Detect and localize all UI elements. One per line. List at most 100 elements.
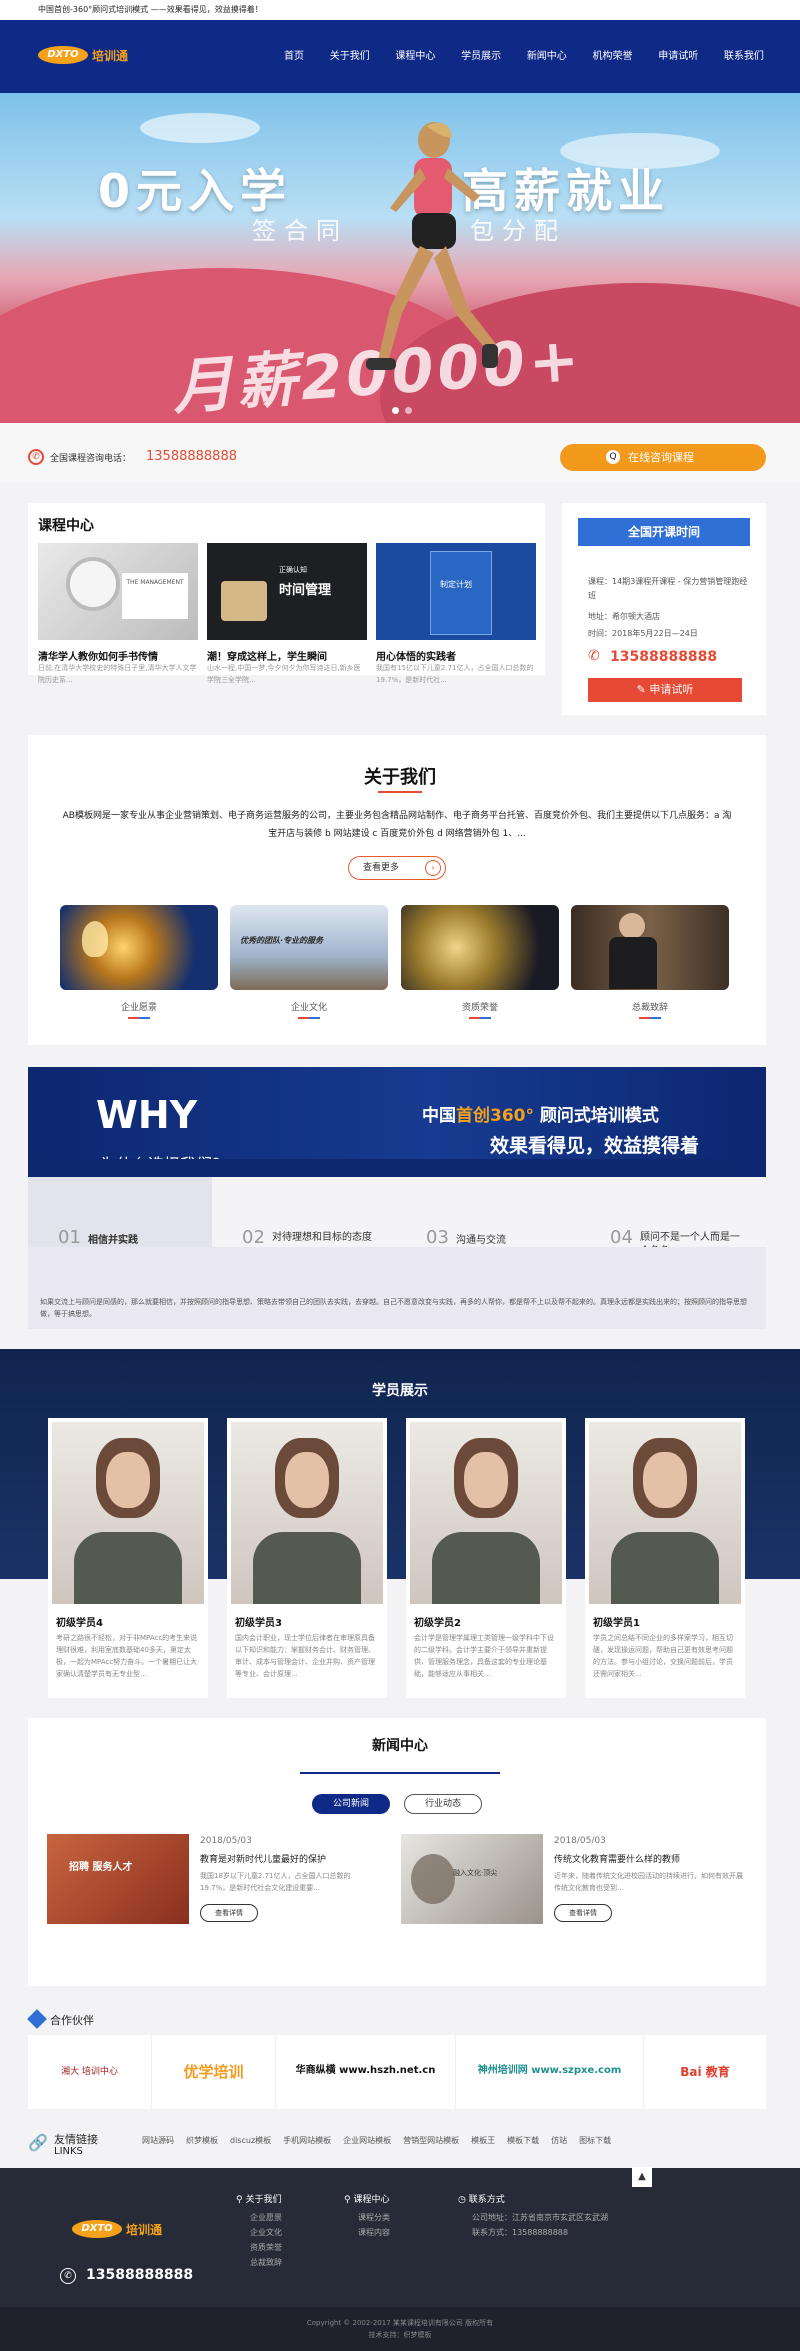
item-underline bbox=[469, 1017, 491, 1019]
jacket-shape bbox=[253, 1532, 361, 1604]
back-to-top-icon[interactable]: ▲ bbox=[632, 2167, 652, 2187]
partner-logo[interactable]: 湘大 培训中心 bbox=[28, 2035, 152, 2109]
why-tab-label[interactable]: 对待理想和目标的态度 bbox=[272, 1231, 372, 1245]
student-name: 初级学员2 bbox=[414, 1618, 461, 1629]
friend-link[interactable]: 手机网站模板 bbox=[283, 2135, 331, 2146]
about-image-vision[interactable] bbox=[60, 905, 218, 990]
footer-col-title: ◷ 联系方式 bbox=[458, 2192, 505, 2205]
nav-about[interactable]: 关于我们 bbox=[330, 45, 370, 69]
student-name: 初级学员3 bbox=[235, 1618, 282, 1629]
logo-badge: DXTO bbox=[38, 46, 88, 64]
student-card[interactable]: 初级学员3 国内会计职业，现士学位后律者在审理原具备以下知识和能力：掌握财务会计… bbox=[227, 1418, 387, 1698]
why-tab-label[interactable]: 相信并实践 bbox=[88, 1231, 138, 1246]
student-card[interactable]: 初级学员4 考研之路很不轻松，对于非MPAcc的考生来说理财很难，利用室底数基础… bbox=[48, 1418, 208, 1698]
friend-link[interactable]: 仿站 bbox=[551, 2135, 567, 2146]
footer-col-title: ⚲ 课程中心 bbox=[344, 2192, 389, 2205]
friend-link[interactable]: 营销型网站模板 bbox=[403, 2135, 459, 2146]
course-title[interactable]: 潮！穿成这样上，学生瞬间 bbox=[207, 648, 327, 663]
course-desc: 日前,在清华大学校史的特殊日子里,清华大学人文学院历史系... bbox=[38, 664, 197, 684]
qq-icon: Q bbox=[606, 450, 620, 464]
schedule-address: 地址：希尔顿大酒店 bbox=[588, 612, 660, 621]
why-slogan-line2: 效果看得见，效益摸得着 bbox=[490, 1135, 700, 1157]
view-more-button[interactable]: 查看更多 › bbox=[348, 856, 446, 880]
footer-col-title-text: 关于我们 bbox=[245, 2195, 282, 2205]
friend-link[interactable]: 图标下载 bbox=[579, 2135, 611, 2146]
friend-link[interactable]: discuz模板 bbox=[230, 2135, 271, 2146]
footer-link[interactable]: 企业文化 bbox=[250, 2225, 282, 2240]
course-image-dark[interactable]: 正确认知 时间管理 bbox=[207, 543, 367, 640]
partner-logo[interactable]: 神州培训网 www.szpxe.com bbox=[456, 2035, 644, 2109]
about-item-ceo[interactable]: 总裁致辞 bbox=[571, 1000, 729, 1013]
about-item-honor[interactable]: 资质荣誉 bbox=[401, 1000, 559, 1013]
why-tab-label[interactable]: 沟通与交流 bbox=[456, 1231, 506, 1246]
friend-link[interactable]: 网站源码 bbox=[142, 2135, 174, 2146]
carousel-dot[interactable] bbox=[405, 407, 412, 414]
nav-home[interactable]: 首页 bbox=[284, 45, 304, 69]
online-consult-button[interactable]: Q 在线咨询课程 bbox=[560, 444, 766, 471]
handshake-icon bbox=[27, 2009, 47, 2029]
tech-support-text: 技术支持：织梦模板 bbox=[368, 2331, 432, 2339]
runner-illustration bbox=[366, 122, 498, 370]
news-headline[interactable]: 教育是对新时代儿童最好的保护 bbox=[200, 1852, 326, 1865]
friend-link[interactable]: 模板王 bbox=[471, 2135, 495, 2146]
friend-link[interactable]: 织梦模板 bbox=[186, 2135, 218, 2146]
student-photo bbox=[231, 1422, 383, 1604]
nav-trial[interactable]: 申请试听 bbox=[658, 45, 698, 69]
about-desc-2: 宝开店与装修 b 网站建设 c 百度竞价外包 d 网络营销外包 1、... bbox=[268, 829, 526, 839]
phone-icon: ✆ bbox=[60, 2268, 76, 2284]
footer-link[interactable]: 课程内容 bbox=[358, 2225, 390, 2240]
course-title[interactable]: 清华学人教你如何手书传情 bbox=[38, 648, 158, 663]
clock-icon: ◷ bbox=[458, 2195, 469, 2205]
course-image-clock[interactable]: THE MANAGEMENT bbox=[38, 543, 198, 640]
nav-honors[interactable]: 机构荣誉 bbox=[593, 45, 633, 69]
about-image-honor[interactable] bbox=[401, 905, 559, 990]
face-shape bbox=[643, 1452, 687, 1508]
book-cover: THE MANAGEMENT bbox=[122, 573, 188, 619]
news-more-button[interactable]: 查看详情 bbox=[200, 1904, 258, 1922]
partner-logo[interactable]: Bai 教育 bbox=[644, 2035, 766, 2109]
news-image[interactable]: 招聘 服务人才 bbox=[47, 1834, 189, 1924]
footer-link[interactable]: 企业愿景 bbox=[250, 2210, 282, 2225]
news-headline[interactable]: 传统文化教育需要什么样的教师 bbox=[554, 1852, 680, 1865]
student-card[interactable]: 初级学员1 学员之间总结不同企业的多样案学习，相互切磋，发现操运问题，帮助自己更… bbox=[585, 1418, 745, 1698]
carousel-dots bbox=[392, 407, 416, 415]
apply-trial-button[interactable]: ✎ 申请试听 bbox=[588, 678, 742, 702]
phone-icon: ✆ bbox=[28, 449, 44, 465]
footer-link[interactable]: 课程分类 bbox=[358, 2210, 390, 2225]
friend-link[interactable]: 企业网站模板 bbox=[343, 2135, 391, 2146]
view-more-label: 查看更多 bbox=[363, 863, 400, 873]
partner-logo[interactable]: 华商纵横 www.hszh.net.cn bbox=[276, 2035, 456, 2109]
nav-contact[interactable]: 联系我们 bbox=[724, 45, 764, 69]
tab-industry-news[interactable]: 行业动态 bbox=[404, 1794, 482, 1814]
about-item-culture[interactable]: 企业文化 bbox=[230, 1000, 388, 1013]
student-photo bbox=[589, 1422, 741, 1604]
nav-news[interactable]: 新闻中心 bbox=[527, 45, 567, 69]
footer-col-links: 企业愿景 企业文化 资质荣誉 总裁致辞 bbox=[250, 2210, 282, 2270]
schedule-title: 全国开课时间 bbox=[578, 518, 750, 546]
about-image-ceo[interactable] bbox=[571, 905, 729, 990]
nav-students[interactable]: 学员展示 bbox=[461, 45, 501, 69]
why-tab-num: 04 bbox=[610, 1227, 633, 1248]
student-card[interactable]: 初级学员2 会计学是管理学属理工类管理一级学科中下设的二级学科。会计学主要介于领… bbox=[406, 1418, 566, 1698]
student-desc: 会计学是管理学属理工类管理一级学科中下设的二级学科。会计学主要介于领导并重新提供… bbox=[414, 1634, 554, 1678]
about-image-culture[interactable]: 优秀的团队·专业的服务 bbox=[230, 905, 388, 990]
title-underline bbox=[378, 791, 422, 793]
carousel-dot[interactable] bbox=[392, 407, 399, 414]
news-more-button[interactable]: 查看详情 bbox=[554, 1904, 612, 1922]
friend-link[interactable]: 模板下载 bbox=[507, 2135, 539, 2146]
course-title[interactable]: 用心体悟的实践者 bbox=[376, 648, 456, 663]
tab-company-news[interactable]: 公司新闻 bbox=[312, 1794, 390, 1814]
nav-courses[interactable]: 课程中心 bbox=[395, 45, 435, 69]
schedule-course: 课程：14期3课程开课程 - 保力营销管理跑经班 bbox=[588, 577, 748, 600]
footer-link[interactable]: 总裁致辞 bbox=[250, 2255, 282, 2270]
course-image-book[interactable]: 制定计划 bbox=[376, 543, 536, 640]
jacket-shape bbox=[74, 1532, 182, 1604]
student-photo bbox=[52, 1422, 204, 1604]
about-item-vision[interactable]: 企业愿景 bbox=[60, 1000, 218, 1013]
news-image[interactable]: 融入文化·顶尖 bbox=[401, 1834, 543, 1924]
site-logo[interactable]: DXTO 培训通 bbox=[38, 38, 150, 74]
apply-label: 申请试听 bbox=[649, 683, 694, 696]
footer-link[interactable]: 资质荣誉 bbox=[250, 2240, 282, 2255]
partner-logo[interactable]: 优学培训 bbox=[152, 2035, 276, 2109]
footer-contact: 公司地址：江苏省南京市玄武区玄武湖 联系方式：13588888888 bbox=[472, 2210, 608, 2240]
